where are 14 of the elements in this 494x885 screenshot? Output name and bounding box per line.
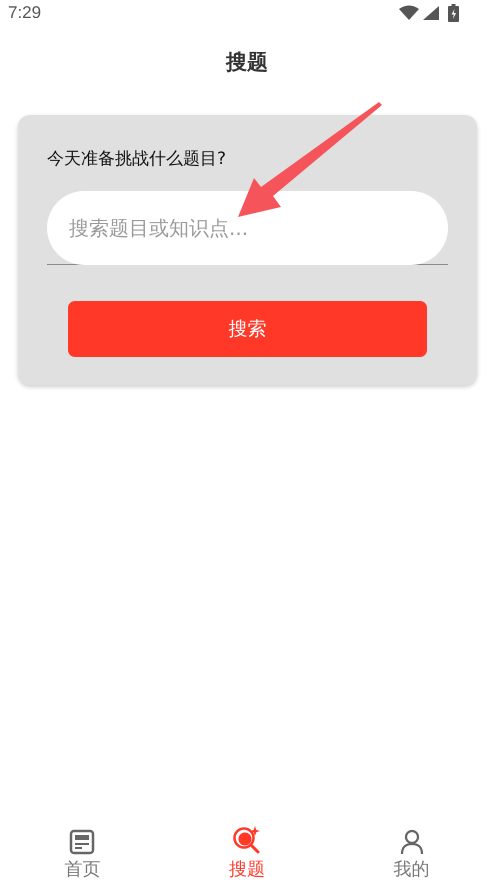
signal-icon xyxy=(422,5,440,21)
page-title: 搜题 xyxy=(224,49,269,76)
battery-icon xyxy=(448,4,460,22)
search-button[interactable]: 搜索 xyxy=(68,301,427,357)
nav-tab[interactable]: 搜题 xyxy=(164,815,330,881)
nav-tab[interactable]: 首页 xyxy=(0,815,165,881)
person-icon xyxy=(398,829,425,855)
search-field[interactable]: 搜索题目或知识点... xyxy=(47,191,448,265)
nav-tab[interactable]: 我的 xyxy=(329,815,494,881)
status-time: 7:29 xyxy=(8,3,42,23)
search-sparkle-icon xyxy=(232,825,262,855)
scoreboard-icon xyxy=(69,829,96,855)
prompt-text: 今天准备挑战什么题目? xyxy=(47,148,228,170)
wifi-icon xyxy=(398,5,420,21)
